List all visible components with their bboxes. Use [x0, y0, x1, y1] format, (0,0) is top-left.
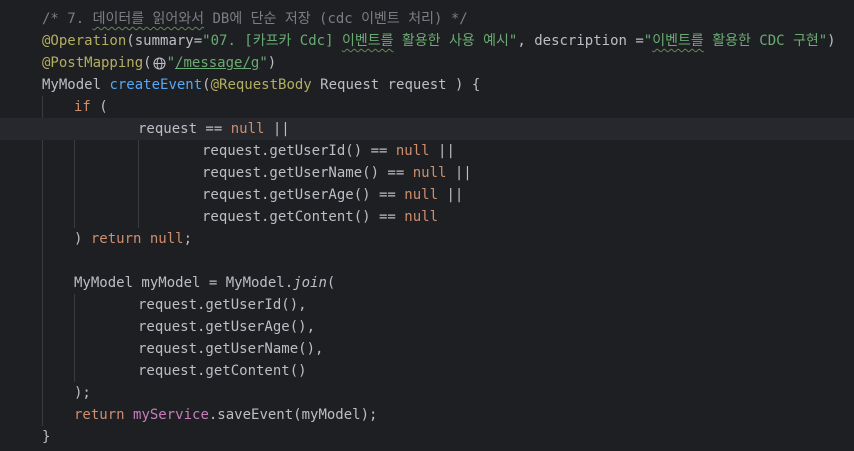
null-check: request.getUserId() == null ||: [202, 143, 455, 159]
if-statement: if (: [74, 99, 108, 115]
null-check: request.getContent() == null: [202, 209, 439, 225]
code-line-20: }: [0, 426, 854, 448]
url-path-link[interactable]: /message/g: [175, 55, 259, 71]
join-argument: request.getUserId(),: [138, 297, 307, 313]
code-comment: /* 7. 데이터를 읽어와서 DB에 단순 저장 (cdc 이벤트 처리) *…: [42, 11, 468, 27]
join-argument: request.getUserName(),: [138, 341, 324, 357]
join-argument: request.getContent(): [138, 363, 307, 379]
code-line-15: request.getUserAge(),: [0, 316, 854, 338]
join-close: );: [74, 385, 91, 401]
code-line-18: );: [0, 382, 854, 404]
method-signature: MyModel createEvent(@RequestBody Request…: [42, 77, 481, 93]
code-line-2: @Operation(summary="07. [카프카 Cdc] 이벤트를 활…: [0, 30, 854, 52]
postmapping-annotation: @PostMapping("/message/g"): [42, 55, 277, 71]
model-assignment: MyModel myModel = MyModel.join(: [74, 275, 336, 291]
return-null-statement: ) return null;: [74, 231, 193, 247]
code-line-5: if (: [0, 96, 854, 118]
code-line-17: request.getContent(): [0, 360, 854, 382]
return-statement: return myService.saveEvent(myModel);: [74, 407, 378, 423]
null-check: request == null ||: [138, 121, 290, 137]
code-line-11: ) return null;: [0, 228, 854, 250]
code-line-3: @PostMapping("/message/g"): [0, 52, 854, 74]
method-close-brace: }: [42, 429, 51, 445]
code-line-6: request == null ||: [0, 118, 854, 140]
code-line-1: /* 7. 데이터를 읽어와서 DB에 단순 저장 (cdc 이벤트 처리) *…: [0, 8, 854, 30]
code-line-19: return myService.saveEvent(myModel);: [0, 404, 854, 426]
globe-icon[interactable]: [153, 56, 166, 70]
code-line-4: MyModel createEvent(@RequestBody Request…: [0, 74, 854, 96]
code-line-8: request.getUserName() == null ||: [0, 162, 854, 184]
code-line-7: request.getUserId() == null ||: [0, 140, 854, 162]
code-line-14: request.getUserId(),: [0, 294, 854, 316]
join-argument: request.getUserAge(),: [138, 319, 316, 335]
null-check: request.getUserName() == null ||: [202, 165, 472, 181]
operation-annotation: @Operation(summary="07. [카프카 Cdc] 이벤트를 활…: [42, 33, 836, 49]
null-check: request.getUserAge() == null ||: [202, 187, 464, 203]
code-line-10: request.getContent() == null: [0, 206, 854, 228]
code-line-9: request.getUserAge() == null ||: [0, 184, 854, 206]
code-line-13: MyModel myModel = MyModel.join(: [0, 272, 854, 294]
code-editor[interactable]: /* 7. 데이터를 읽어와서 DB에 단순 저장 (cdc 이벤트 처리) *…: [0, 0, 854, 451]
code-line-16: request.getUserName(),: [0, 338, 854, 360]
